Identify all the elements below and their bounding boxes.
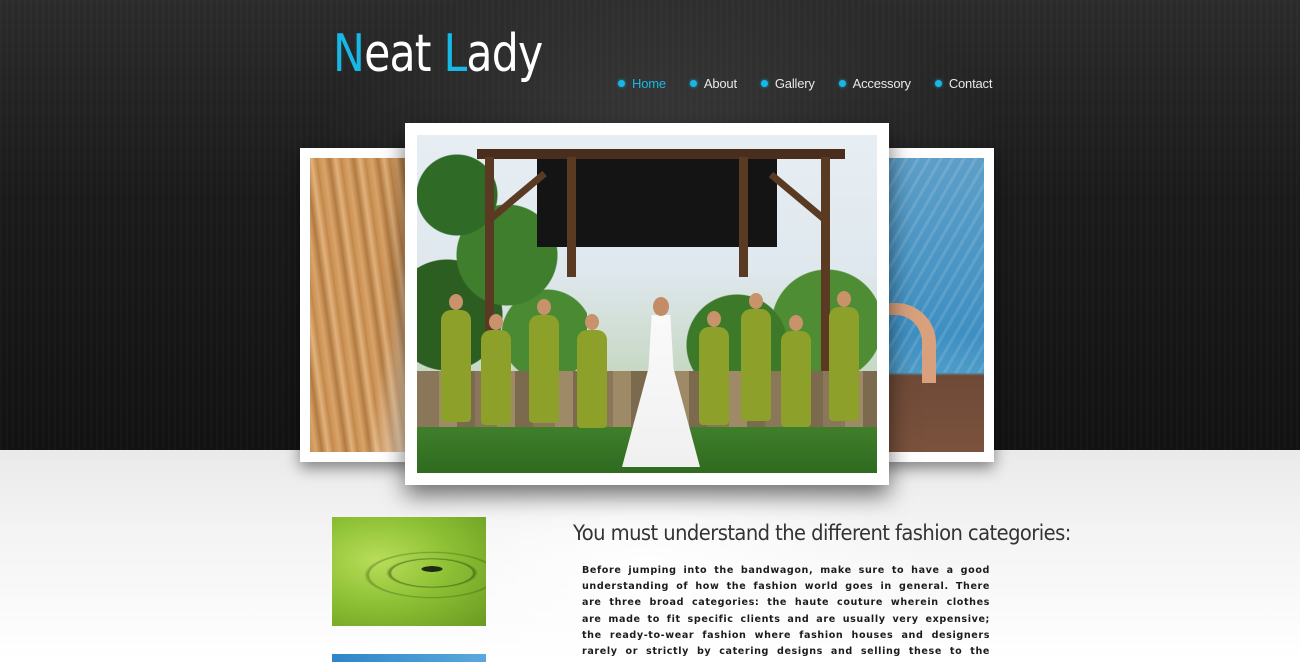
pergola-post	[739, 157, 748, 277]
article-title: You must understand the different fashio…	[573, 521, 1071, 545]
bridesmaid	[441, 294, 471, 422]
nav-label: Contact	[948, 75, 993, 91]
main-nav: Home About Gallery Accessory Contact	[618, 74, 1016, 92]
bridesmaid	[781, 315, 811, 427]
logo-text-eat: eat	[364, 24, 444, 84]
bullet-icon	[934, 79, 942, 87]
article-body: Before jumping into the bandwagon, make …	[582, 565, 990, 658]
nav-item-home[interactable]: Home	[618, 76, 666, 91]
nav-label: Accessory	[852, 75, 911, 91]
nav-label: Home	[632, 75, 666, 91]
pergola-brace	[768, 171, 827, 223]
article-thumbnail-next[interactable]	[332, 654, 486, 662]
bridesmaid	[577, 314, 607, 428]
nav-item-about[interactable]: About	[689, 75, 737, 91]
slide-image-hair	[310, 158, 412, 452]
article-thumbnail-water-drop[interactable]	[332, 517, 486, 626]
logo-letter-n: N	[333, 24, 365, 84]
slide-image-wedding	[417, 135, 877, 473]
bullet-icon	[689, 79, 697, 87]
logo-text-ady: ady	[466, 24, 543, 84]
bridesmaid	[699, 311, 729, 425]
pergola-roof	[477, 149, 845, 159]
bride-head	[653, 297, 669, 316]
nav-label: Gallery	[774, 75, 815, 91]
bullet-icon	[838, 79, 846, 87]
pergola-post	[567, 157, 576, 277]
nav-item-gallery[interactable]: Gallery	[760, 75, 815, 91]
nav-label: About	[703, 75, 737, 91]
slide-image-pool	[882, 158, 984, 452]
bridesmaid	[741, 293, 771, 421]
slide-next[interactable]	[882, 148, 994, 462]
site-logo[interactable]: Neat Lady	[333, 28, 543, 80]
bullet-icon	[618, 79, 625, 87]
bridesmaid	[529, 299, 559, 423]
logo-letter-l: L	[443, 24, 467, 84]
slide-current[interactable]	[405, 123, 889, 485]
bridesmaid	[829, 291, 859, 421]
nav-item-contact[interactable]: Contact	[934, 75, 993, 91]
bullet-icon	[760, 79, 768, 87]
nav-item-accessory[interactable]: Accessory	[838, 75, 911, 91]
slide-previous[interactable]	[300, 148, 412, 462]
bridesmaid	[481, 314, 511, 425]
